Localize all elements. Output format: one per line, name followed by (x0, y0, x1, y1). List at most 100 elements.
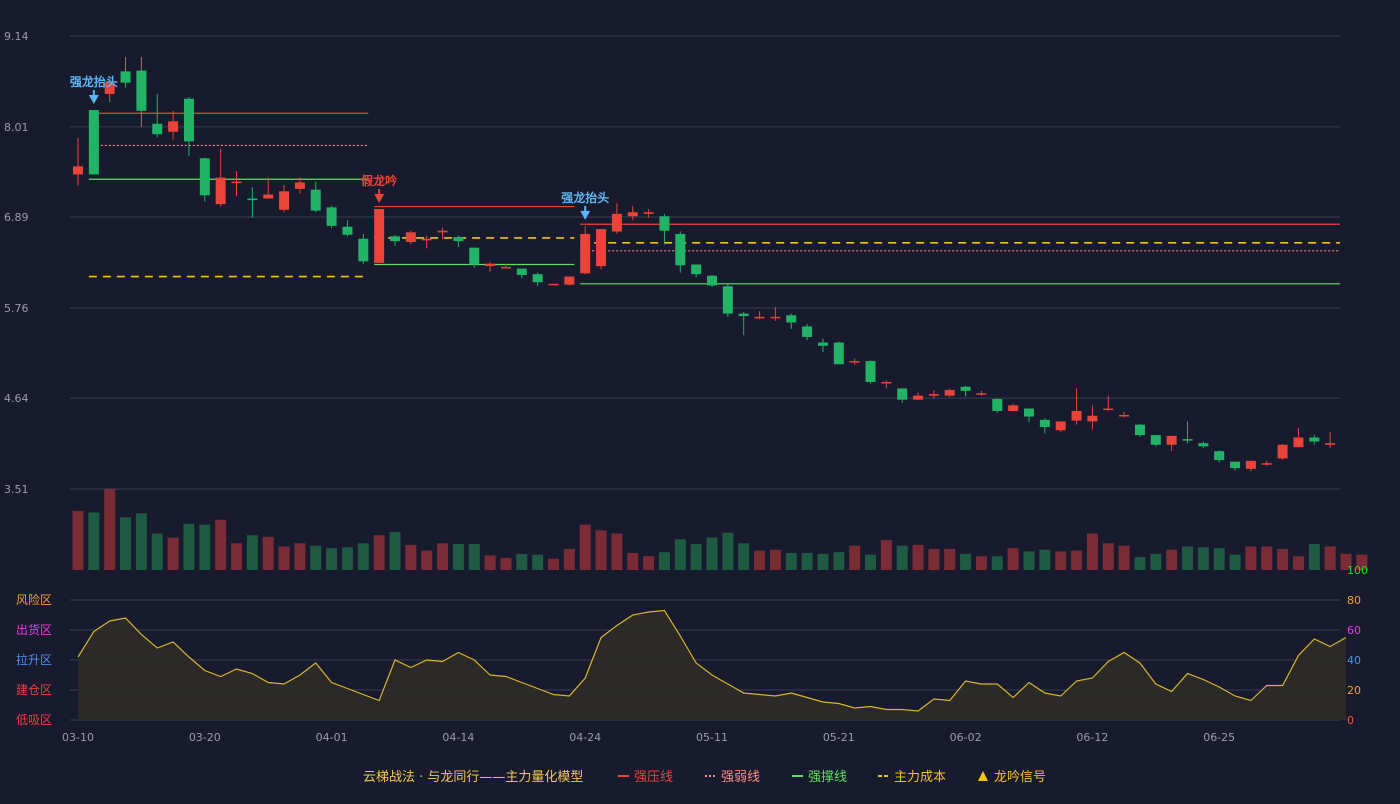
volume-bar (833, 552, 845, 570)
volume-bar (1182, 546, 1193, 570)
x-tick-label: 06-02 (950, 731, 982, 744)
volume-bar (1261, 546, 1273, 570)
candle-body (120, 71, 131, 83)
candle-body (532, 274, 543, 283)
candle-body (580, 233, 591, 274)
candle-body (1230, 461, 1241, 469)
volume-bar (231, 543, 242, 570)
volume-bar (262, 536, 274, 570)
legend-triangle-icon (978, 771, 988, 781)
volume-bar (310, 545, 322, 570)
osc-tick-label: 80 (1347, 594, 1361, 607)
candle-body (1214, 451, 1225, 461)
candle-body (1103, 408, 1114, 411)
candle-body (263, 194, 274, 199)
volume-bar (468, 544, 480, 570)
volume-bar (183, 523, 195, 570)
candle-body (881, 381, 892, 384)
legend-item-label: 龙吟信号 (994, 769, 1046, 785)
candle-body (342, 226, 353, 235)
candle-body (136, 70, 147, 111)
volume-bar (120, 517, 132, 570)
volume-bar (373, 535, 385, 570)
candle-body (691, 264, 702, 275)
candle-body (913, 395, 924, 400)
oscillator-area (78, 610, 1346, 720)
volume-bar (72, 510, 84, 570)
candle-body (1055, 421, 1066, 431)
candle-body (1134, 424, 1145, 436)
candle-body (374, 208, 385, 263)
signal-arrow (88, 95, 99, 105)
candle-body (168, 121, 179, 132)
volume-bar (1150, 553, 1162, 570)
candle-body (231, 181, 242, 184)
y-tick-label: 9.14 (4, 30, 29, 43)
candle-body (421, 238, 432, 241)
volume-bar (341, 547, 353, 570)
candle-body (738, 313, 749, 317)
y-tick-label: 3.51 (4, 483, 29, 496)
volume-bar (769, 549, 781, 570)
volume-bar (1213, 548, 1225, 570)
legend-item-label: 强撑线 (808, 770, 847, 785)
candle-body (1261, 463, 1272, 465)
volume-bar (1007, 548, 1019, 570)
candle-body (1150, 435, 1161, 445)
volume-bar (1166, 549, 1178, 570)
volume-bar (1071, 550, 1083, 570)
legend-item-label: 强压线 (634, 770, 673, 785)
volume-bar (627, 552, 639, 570)
volume-bar (548, 558, 559, 570)
candle-body (405, 232, 416, 242)
volume-bar (1086, 533, 1098, 570)
volume-bar (1324, 546, 1336, 570)
volume-bar (1197, 547, 1209, 570)
volume-bar (975, 556, 987, 570)
candle-body (754, 316, 765, 319)
candle-body (675, 233, 686, 266)
volume-bar (849, 545, 861, 570)
candle-body (976, 393, 987, 395)
x-tick-label: 04-01 (316, 731, 348, 744)
candle-body (247, 198, 258, 201)
candle-body (310, 189, 321, 211)
candle-body (802, 326, 813, 337)
candle-body (659, 216, 670, 231)
volume-bar (1134, 557, 1146, 570)
candle-body (817, 342, 828, 346)
candle-body (183, 98, 194, 142)
volume-bar (484, 555, 496, 570)
candle-body (1293, 437, 1304, 448)
volume-bar (326, 548, 338, 570)
candle-body (833, 342, 844, 365)
candle-body (1245, 460, 1256, 469)
candle-body (1024, 408, 1034, 417)
candle-body (1166, 435, 1177, 445)
candle-body (897, 388, 908, 400)
candle-body (944, 390, 955, 396)
candle-body (611, 213, 622, 232)
y-tick-label: 8.01 (4, 121, 29, 134)
signal-label: 强龙抬头 (70, 74, 118, 89)
volume-bar (421, 550, 433, 570)
candle-body (548, 283, 559, 286)
volume-bar (1023, 551, 1035, 570)
legend-item-label: 主力成本 (894, 770, 946, 785)
volume-bar (928, 548, 940, 570)
volume-bar (278, 546, 290, 570)
candle-body (485, 263, 496, 267)
volume-bar (738, 543, 750, 570)
x-tick-label: 03-20 (189, 731, 221, 744)
volume-bar (215, 519, 227, 570)
volume-bar (389, 531, 401, 570)
candle-body (437, 230, 448, 233)
x-tick-label: 03-10 (62, 731, 94, 744)
y-tick-label: 4.64 (4, 392, 29, 405)
volume-bar (785, 552, 797, 570)
volume-bar (88, 512, 100, 570)
candle-body (152, 123, 163, 135)
candle-body (1182, 439, 1193, 441)
candle-body (928, 394, 939, 396)
candle-body (1277, 444, 1288, 459)
